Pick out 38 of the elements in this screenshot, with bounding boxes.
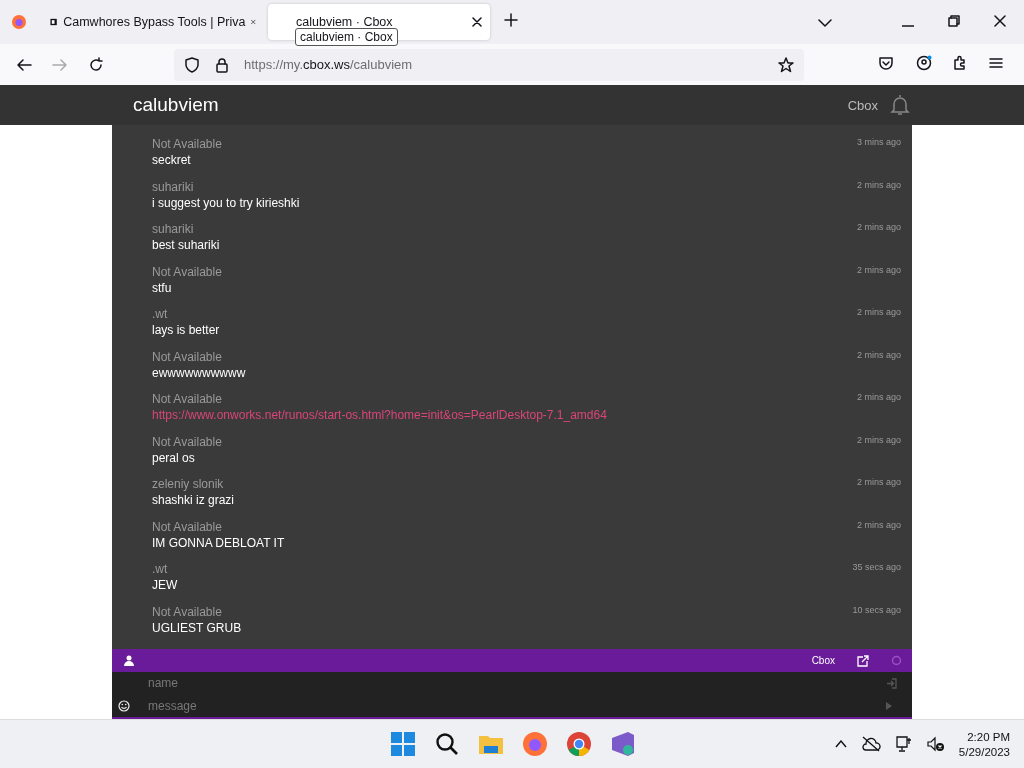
- message-text: i suggest you to try kirieshki: [152, 195, 300, 210]
- message-text: UGLIEST GRUB: [152, 620, 242, 635]
- message-text: stfu: [152, 280, 172, 295]
- message-text: shashki iz grazi: [152, 493, 235, 507]
- message-time: 2 mins ago: [856, 392, 901, 402]
- user-name: suhariki: [152, 222, 194, 236]
- tooltip: calubviem · Cbox: [295, 28, 398, 46]
- message-time: 2 mins ago: [856, 434, 901, 445]
- user-name: Not Available: [152, 349, 222, 364]
- message-time: 3 mins ago: [856, 137, 901, 147]
- user-name: .wt: [152, 307, 168, 321]
- message-time: 10 secs ago: [852, 604, 901, 615]
- message-time: 2 mins ago: [856, 264, 901, 275]
- message-text: JEW: [152, 578, 178, 592]
- user-name: Not Available: [152, 264, 222, 279]
- message-text: ewwwwwwwwww: [152, 365, 246, 380]
- user-name: Not Available: [152, 519, 222, 534]
- site-title: calubviem: [133, 94, 220, 116]
- user-name: suhariki: [152, 179, 194, 194]
- message-time: 2 mins ago: [856, 222, 901, 232]
- message-time: 2 mins ago: [856, 179, 901, 190]
- user-name: Not Available: [152, 604, 222, 619]
- message-text: IM GONNA DEBLOAT IT: [152, 535, 285, 550]
- message-text: peral os: [152, 450, 195, 465]
- url-text: https://my.cbox.ws/calubviem: [244, 57, 414, 72]
- message-time: 2 mins ago: [856, 519, 901, 530]
- message-time: 2 mins ago: [856, 307, 901, 317]
- message-text: lays is better: [152, 323, 220, 337]
- user-name: Not Available: [152, 392, 222, 406]
- user-name: Not Available: [152, 137, 222, 151]
- message-text: best suhariki: [152, 238, 220, 252]
- message-text: seckret: [152, 153, 191, 167]
- user-name: .wt: [152, 562, 168, 576]
- message-time: 2 mins ago: [856, 349, 901, 360]
- user-name: Not Available: [152, 434, 222, 449]
- user-name: zeleniy slonik: [152, 477, 224, 491]
- message-time: 2 mins ago: [856, 477, 901, 487]
- message-time: 35 secs ago: [852, 562, 901, 572]
